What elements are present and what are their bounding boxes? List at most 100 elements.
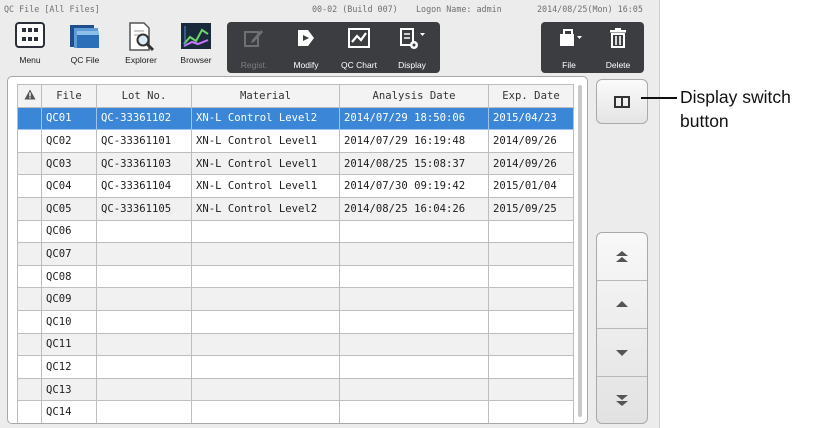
material-cell: XN-L Control Level2 [191, 106, 340, 131]
menu-button[interactable]: Menu [8, 17, 52, 71]
edit-toolbar-group: Regist. Modify QC Chart Display [227, 22, 440, 73]
scroll-bottom-button[interactable] [597, 377, 647, 423]
warning-cell [17, 174, 42, 198]
exp-date-cell [488, 264, 574, 289]
table-row[interactable]: QC01 QC-33361102 XN-L Control Level2 2014/0… [17, 106, 574, 131]
scroll-navigation [596, 232, 648, 424]
qc-file-icon [68, 22, 102, 55]
scroll-down-button[interactable] [597, 329, 647, 377]
table-row[interactable]: QC09 [17, 287, 574, 311]
scroll-top-button[interactable] [597, 233, 647, 281]
warning-cell [17, 264, 42, 289]
column-header-lot-no[interactable]: Lot No. [96, 84, 192, 108]
table-row[interactable]: QC04 QC-33361104 XN-L Control Level1 2014/0… [17, 174, 574, 198]
analysis-date-cell: 2014/07/30 09:19:42 [339, 174, 489, 198]
display-button[interactable]: Display [387, 22, 437, 76]
lot-no-cell: QC-33361104 [96, 174, 192, 198]
lot-no-cell [96, 287, 192, 311]
scroll-up-button[interactable] [597, 281, 647, 329]
qc-chart-icon [347, 27, 371, 54]
analysis-date-cell: 2014/07/29 16:19:48 [339, 129, 489, 153]
file-cell: QC02 [41, 129, 97, 153]
qc-file-table-panel: File Lot No. Material Analysis Date Exp.… [7, 76, 588, 424]
file-icon [554, 27, 584, 54]
file-button[interactable]: File [545, 22, 593, 76]
column-header-exp-date[interactable]: Exp. Date [488, 84, 574, 108]
analysis-date-cell: 2014/08/25 15:08:37 [339, 151, 489, 176]
column-header-analysis-date[interactable]: Analysis Date [339, 84, 489, 108]
lot-no-cell: QC-33361102 [96, 106, 192, 131]
file-cell: QC08 [41, 264, 97, 289]
table-scrollbar[interactable] [578, 85, 582, 417]
lot-no-cell [96, 400, 192, 423]
warning-cell [17, 196, 42, 221]
table-row[interactable]: QC12 [17, 355, 574, 379]
analysis-date-cell [339, 242, 489, 266]
lot-no-cell [96, 264, 192, 289]
table-header-row: File Lot No. Material Analysis Date Exp.… [17, 84, 574, 108]
file-cell: QC10 [41, 309, 97, 334]
exp-date-cell [488, 400, 574, 423]
modify-icon [295, 27, 317, 54]
warning-cell [17, 332, 42, 357]
delete-button[interactable]: Delete [595, 22, 641, 76]
callout-line [641, 97, 677, 99]
browser-button[interactable]: Browser [170, 17, 222, 71]
table-row[interactable]: QC05 QC-33361105 XN-L Control Level2 2014/0… [17, 196, 574, 221]
analysis-date-cell [339, 264, 489, 289]
qc-file-table: File Lot No. Material Analysis Date Exp.… [17, 84, 574, 423]
explorer-button[interactable]: Explorer [116, 17, 166, 71]
status-bar: QC File [All Files] 00-02 (Build 007) Lo… [0, 0, 660, 17]
file-cell: QC11 [41, 332, 97, 357]
file-label: File [562, 60, 576, 70]
lot-no-cell [96, 219, 192, 244]
table-row[interactable]: QC03 QC-33361103 XN-L Control Level1 2014/0… [17, 151, 574, 176]
warning-cell [17, 242, 42, 266]
explorer-label: Explorer [125, 55, 157, 65]
table-row[interactable]: QC07 [17, 242, 574, 266]
table-row[interactable]: QC10 [17, 309, 574, 334]
material-cell: XN-L Control Level2 [191, 196, 340, 221]
column-header-material[interactable]: Material [191, 84, 340, 108]
build-info: 00-02 (Build 007) [312, 4, 398, 14]
analysis-date-cell [339, 332, 489, 357]
file-cell: QC04 [41, 174, 97, 198]
table-row[interactable]: QC02 QC-33361101 XN-L Control Level1 2014/0… [17, 129, 574, 153]
warning-cell [17, 106, 42, 131]
file-cell: QC07 [41, 242, 97, 266]
screen-title: QC File [All Files] [4, 4, 100, 14]
display-switch-button[interactable] [596, 79, 648, 124]
qc-file-label: QC File [70, 55, 100, 65]
material-cell [191, 219, 340, 244]
lot-no-cell [96, 377, 192, 402]
file-cell: QC12 [41, 355, 97, 379]
column-header-file[interactable]: File [41, 84, 97, 108]
lot-no-cell [96, 332, 192, 357]
warning-cell [17, 309, 42, 334]
delete-label: Delete [605, 60, 631, 70]
table-row[interactable]: QC13 [17, 377, 574, 402]
modify-button[interactable]: Modify [282, 22, 330, 76]
lot-no-cell: QC-33361105 [96, 196, 192, 221]
file-toolbar-group: File Delete [541, 22, 644, 73]
table-row[interactable]: QC14 [17, 400, 574, 423]
regist-button[interactable]: Regist. [231, 22, 277, 76]
qc-chart-button[interactable]: QC Chart [333, 22, 385, 76]
warning-column-header[interactable] [17, 84, 42, 108]
exp-date-cell: 2015/01/04 [488, 174, 574, 198]
menu-grid-icon [15, 22, 45, 53]
qc-file-button[interactable]: QC File [60, 17, 110, 71]
date-time: 2014/08/25(Mon) 16:05 [537, 4, 643, 14]
material-cell [191, 309, 340, 334]
table-row[interactable]: QC08 [17, 264, 574, 289]
material-cell: XN-L Control Level1 [191, 151, 340, 176]
table-row[interactable]: QC06 [17, 219, 574, 244]
analysis-date-cell [339, 377, 489, 402]
callout-line-2: button [680, 111, 729, 131]
trash-icon [607, 27, 629, 54]
table-row[interactable]: QC11 [17, 332, 574, 357]
file-cell: QC03 [41, 151, 97, 176]
lot-no-cell: QC-33361103 [96, 151, 192, 176]
file-cell: QC14 [41, 400, 97, 423]
material-cell [191, 264, 340, 289]
